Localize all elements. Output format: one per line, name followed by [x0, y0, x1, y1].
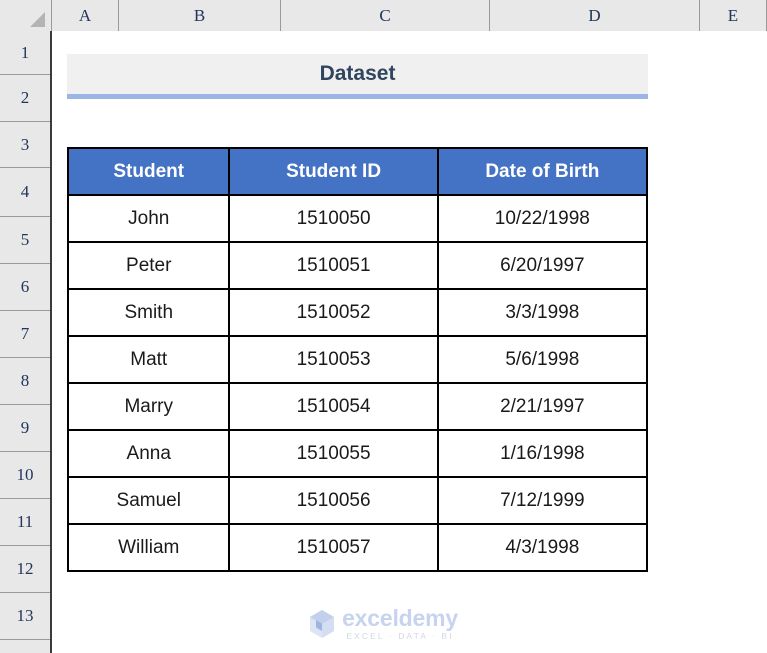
column-header-dob[interactable]: Date of Birth: [436, 147, 649, 196]
row-header-2[interactable]: 2: [0, 75, 50, 122]
column-header-c[interactable]: C: [281, 0, 490, 31]
cell-student-id[interactable]: 1510055: [228, 429, 439, 478]
dataset-title-cell[interactable]: Dataset: [67, 54, 648, 99]
table-row: Samuel 1510056 7/12/1999: [66, 476, 649, 525]
column-header-b[interactable]: B: [119, 0, 281, 31]
cell-dob[interactable]: 7/12/1999: [436, 476, 649, 525]
row-header-4[interactable]: 4: [0, 168, 50, 217]
cell-student[interactable]: Samuel: [66, 476, 231, 525]
row-header-5[interactable]: 5: [0, 217, 50, 264]
cell-student[interactable]: Anna: [66, 429, 231, 478]
cell-student[interactable]: Peter: [66, 241, 231, 290]
cell-student-id[interactable]: 1510050: [228, 194, 439, 243]
table-row: Anna 1510055 1/16/1998: [66, 429, 649, 478]
table-head: Student Student ID Date of Birth: [66, 147, 649, 196]
row-header-7[interactable]: 7: [0, 311, 50, 358]
row-header-9[interactable]: 9: [0, 405, 50, 452]
cell-student[interactable]: John: [66, 194, 231, 243]
spreadsheet-app: A B C D E 1 2 3 4 5 6 7 8 9 10 11 12 13 …: [0, 0, 767, 653]
column-header-e[interactable]: E: [700, 0, 767, 31]
column-header-d[interactable]: D: [490, 0, 700, 31]
cell-student-id[interactable]: 1510052: [228, 288, 439, 337]
cell-dob[interactable]: 1/16/1998: [436, 429, 649, 478]
table-header-row: Student Student ID Date of Birth: [66, 147, 649, 196]
table-row: William 1510057 4/3/1998: [66, 523, 649, 572]
cell-student[interactable]: Smith: [66, 288, 231, 337]
cell-student-id[interactable]: 1510051: [228, 241, 439, 290]
cell-student-id[interactable]: 1510057: [228, 523, 439, 572]
cell-student-id[interactable]: 1510053: [228, 335, 439, 384]
select-all-triangle-icon: [30, 12, 45, 27]
cell-student-id[interactable]: 1510054: [228, 382, 439, 431]
select-all-button[interactable]: [0, 0, 52, 31]
table-row: John 1510050 10/22/1998: [66, 194, 649, 243]
column-header-student[interactable]: Student: [66, 147, 231, 196]
row-header-6[interactable]: 6: [0, 264, 50, 311]
cell-student[interactable]: William: [66, 523, 231, 572]
row-header-13[interactable]: 13: [0, 593, 50, 640]
cell-dob[interactable]: 4/3/1998: [436, 523, 649, 572]
table-row: Peter 1510051 6/20/1997: [66, 241, 649, 290]
table-body: John 1510050 10/22/1998 Peter 1510051 6/…: [66, 194, 649, 572]
row-header-8[interactable]: 8: [0, 358, 50, 405]
table-row: Smith 1510052 3/3/1998: [66, 288, 649, 337]
cell-student-id[interactable]: 1510056: [228, 476, 439, 525]
column-header-a[interactable]: A: [52, 0, 119, 31]
cell-dob[interactable]: 6/20/1997: [436, 241, 649, 290]
row-header-1[interactable]: 1: [0, 31, 50, 75]
cell-dob[interactable]: 10/22/1998: [436, 194, 649, 243]
cell-dob[interactable]: 2/21/1997: [436, 382, 649, 431]
cell-dob[interactable]: 3/3/1998: [436, 288, 649, 337]
row-header-10[interactable]: 10: [0, 452, 50, 499]
dataset-table: Student Student ID Date of Birth John 15…: [66, 147, 649, 572]
cell-dob[interactable]: 5/6/1998: [436, 335, 649, 384]
cell-student[interactable]: Matt: [66, 335, 231, 384]
table-row: Marry 1510054 2/21/1997: [66, 382, 649, 431]
cell-student[interactable]: Marry: [66, 382, 231, 431]
row-header-12[interactable]: 12: [0, 546, 50, 593]
table-row: Matt 1510053 5/6/1998: [66, 335, 649, 384]
dataset-table-wrapper: Student Student ID Date of Birth John 15…: [66, 147, 649, 572]
row-header-gutter: 1 2 3 4 5 6 7 8 9 10 11 12 13: [0, 31, 52, 653]
column-header-student-id[interactable]: Student ID: [228, 147, 439, 196]
row-header-3[interactable]: 3: [0, 122, 50, 168]
column-header-strip: A B C D E: [0, 0, 767, 31]
row-header-11[interactable]: 11: [0, 499, 50, 546]
